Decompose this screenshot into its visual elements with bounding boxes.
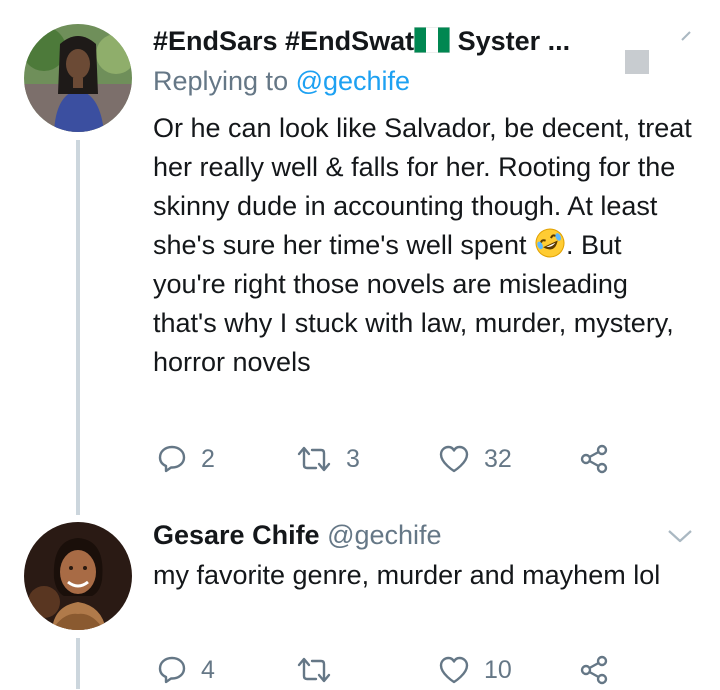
- retweet-icon: [297, 446, 331, 472]
- reply-count: 2: [201, 444, 215, 473]
- retweet-button[interactable]: 3: [296, 439, 360, 479]
- display-name[interactable]: #EndSars #EndSwat Syster ...: [153, 26, 570, 56]
- tweet-text: my favorite genre, murder and mayhem lol: [153, 560, 661, 590]
- like-button[interactable]: 32: [438, 439, 512, 479]
- share-button[interactable]: [578, 439, 610, 479]
- tweet-actions: 2 3 32: [153, 439, 633, 479]
- reply-mention-link[interactable]: @gechife: [296, 66, 410, 96]
- chevron-down-icon[interactable]: [680, 30, 694, 44]
- reply-button[interactable]: 4: [157, 650, 215, 690]
- reply-button[interactable]: 2: [157, 439, 215, 479]
- nigeria-flag-icon: [414, 27, 451, 53]
- reply-count: 4: [201, 655, 215, 684]
- chevron-down-icon[interactable]: [667, 528, 693, 544]
- replying-to: Replying to @gechife: [153, 66, 411, 96]
- heart-icon: [439, 445, 469, 473]
- tweet-header: Gesare Chife @gechife: [153, 518, 442, 552]
- like-button[interactable]: 10: [438, 650, 512, 690]
- like-count: 10: [484, 655, 512, 684]
- rolling-on-floor-laughing-icon: [535, 228, 565, 258]
- reply-icon: [158, 445, 186, 473]
- tweet-2[interactable]: Gesare Chife @gechife my favorite genre,…: [0, 500, 720, 689]
- tweet-actions: 4 10: [153, 650, 633, 690]
- user-handle[interactable]: @gechife: [327, 520, 441, 550]
- avatar[interactable]: [24, 522, 132, 630]
- retweet-count: 3: [346, 444, 360, 473]
- tweet-1[interactable]: #EndSars #EndSwat Syster ... Replying to…: [0, 0, 720, 500]
- placeholder-square: [625, 50, 649, 74]
- avatar[interactable]: [24, 24, 132, 132]
- like-count: 32: [484, 444, 512, 473]
- share-icon: [580, 444, 608, 474]
- retweet-icon: [297, 657, 331, 683]
- display-name[interactable]: Gesare Chife: [153, 520, 320, 550]
- tweet-text: Or he can look like Salvador, be decent,…: [153, 113, 692, 377]
- share-icon: [580, 655, 608, 685]
- heart-icon: [439, 656, 469, 684]
- share-button[interactable]: [578, 650, 610, 690]
- tweet-header: #EndSars #EndSwat Syster ...: [153, 24, 570, 58]
- reply-icon: [158, 656, 186, 684]
- retweet-button[interactable]: [296, 650, 346, 690]
